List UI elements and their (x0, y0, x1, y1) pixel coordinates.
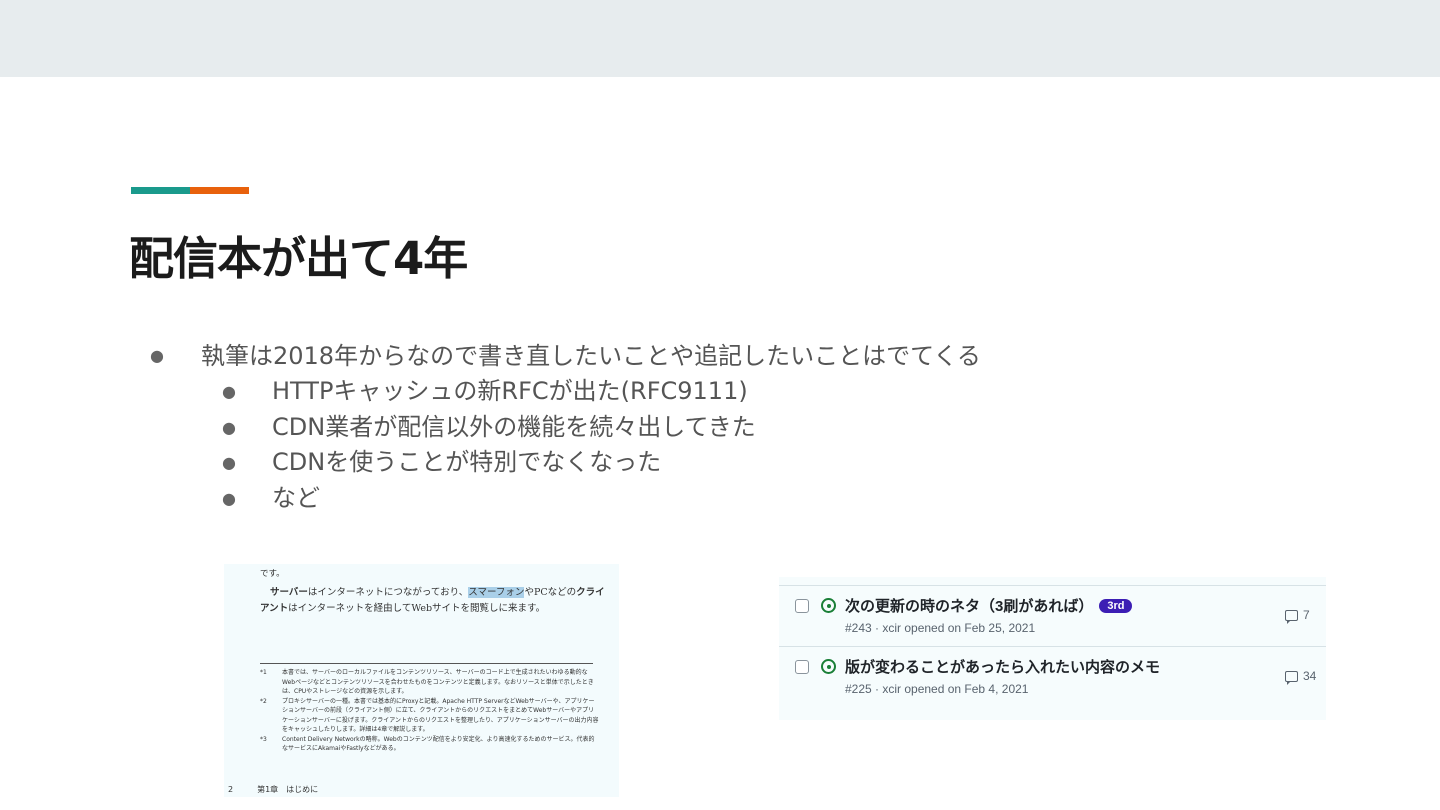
bullet-marker: ● (222, 488, 236, 508)
footnote-text: Content Delivery Networkの略称。Webのコンテンツ配信を… (282, 735, 595, 753)
footnote-mark: *2 (260, 697, 267, 705)
issue-open-icon (821, 598, 836, 613)
issue-label-badge[interactable]: 3rd (1099, 599, 1133, 613)
chapter-label: 第1章 はじめに (257, 785, 319, 794)
book-line: です。 (260, 569, 285, 579)
footnote: *2 プロキシサーバーの一種。本書では基本的にProxyと記載。Apache HT… (260, 697, 600, 735)
sub-bullet-item: ● CDNを使うことが特別でなくなった (150, 445, 1150, 481)
issue-checkbox[interactable] (795, 599, 809, 613)
issue-meta: #243 · xcir opened on Feb 25, 2021 (845, 621, 1036, 635)
sub-bullet-item: ● など (150, 481, 1150, 517)
comment-count: 34 (1303, 669, 1317, 683)
book-text: はインターネットにつながっており、 (307, 587, 469, 598)
footnotes: *1 本書では、サーバーのローカルファイルをコンテンツリソース、サーバーのコード上… (260, 668, 600, 754)
bullet-marker: ● (222, 453, 236, 472)
title-accent-bar (131, 187, 249, 194)
book-line: サーバーはインターネットにつながっており、スマーフォンやPCなどのクライ (270, 584, 605, 598)
issue-row[interactable]: 次の更新の時のネタ（3刷があれば） 3rd #243 · xcir opened … (779, 586, 1326, 646)
book-bold-term: アント (260, 603, 289, 614)
issue-row[interactable]: 版が変わることがあったら入れたい内容のメモ #225 · xcir opened… (779, 646, 1326, 706)
comment-count: 7 (1303, 608, 1310, 622)
issue-comments[interactable]: 34 (1285, 669, 1317, 685)
top-band (0, 0, 1440, 77)
book-text: はインターネットを経由してWebサイトを閲覧しに来ます。 (288, 603, 546, 614)
slide-title: 配信本が出て4年 (129, 232, 468, 285)
book-page-screenshot: です。 サーバーはインターネットにつながっており、スマーフォンやPCなどのクライ… (224, 564, 619, 797)
sub-bullet-text: HTTPキャッシュの新RFCが出た(RFC9111) (272, 377, 748, 405)
book-line: アントはインターネットを経由してWebサイトを閲覧しに来ます。 (260, 600, 545, 614)
footnote-text: プロキシサーバーの一種。本書では基本的にProxyと記載。Apache HTTP… (282, 697, 599, 734)
issue-meta: #225 · xcir opened on Feb 4, 2021 (845, 682, 1029, 696)
book-highlight: スマーフォン (468, 587, 525, 598)
issue-title-line[interactable]: 次の更新の時のネタ（3刷があれば） 3rd (845, 595, 1133, 616)
accent-teal (131, 187, 190, 194)
page-footer: 2 第1章 はじめに (228, 784, 318, 795)
bullet-item: ● 執筆は2018年からなので書き直したいことや追記したいことはでてくる (150, 338, 1150, 374)
issues-list-screenshot: 次の更新の時のネタ（3刷があれば） 3rd #243 · xcir opened … (779, 577, 1326, 720)
footnote: *3 Content Delivery Networkの略称。Webのコンテンツ配… (260, 735, 600, 754)
sub-bullet-text: など (272, 483, 320, 512)
page-number: 2 (228, 785, 234, 794)
bullet-list: ● 執筆は2018年からなので書き直したいことや追記したいことはでてくる ● H… (150, 338, 1150, 516)
bullet-marker: ● (222, 382, 236, 401)
footnote-text: 本書では、サーバーのローカルファイルをコンテンツリソース、サーバーのコード上で生… (282, 669, 594, 695)
issue-comments[interactable]: 7 (1285, 608, 1310, 624)
sub-bullet-text: CDN業者が配信以外の機能を続々出してきた (272, 412, 756, 441)
footnote-divider (260, 663, 593, 664)
footnote: *1 本書では、サーバーのローカルファイルをコンテンツリソース、サーバーのコード上… (260, 668, 600, 697)
comment-icon (1285, 609, 1298, 624)
issue-title[interactable]: 版が変わることがあったら入れたい内容のメモ (845, 659, 1160, 676)
issue-title[interactable]: 次の更新の時のネタ（3刷があれば） (845, 598, 1093, 615)
sub-bullet-text: CDNを使うことが特別でなくなった (272, 448, 662, 476)
book-text: やPCなどの (524, 587, 577, 598)
footnote-mark: *1 (260, 669, 267, 676)
issue-title-line[interactable]: 版が変わることがあったら入れたい内容のメモ (845, 656, 1160, 677)
footnote-mark: *3 (260, 735, 267, 743)
issue-checkbox[interactable] (795, 660, 809, 674)
bullet-text: 執筆は2018年からなので書き直したいことや追記したいことはでてくる (201, 342, 981, 370)
sub-bullet-item: ● CDN業者が配信以外の機能を続々出してきた (150, 410, 1150, 446)
book-bold-term: クライ (576, 587, 605, 598)
issue-open-icon (821, 659, 836, 674)
book-bold-term: サーバー (270, 587, 308, 598)
accent-orange (190, 187, 249, 194)
comment-icon (1285, 670, 1298, 685)
sub-bullet-item: ● HTTPキャッシュの新RFCが出た(RFC9111) (150, 374, 1150, 410)
bullet-marker: ● (222, 417, 236, 437)
bullet-marker: ● (150, 346, 164, 365)
